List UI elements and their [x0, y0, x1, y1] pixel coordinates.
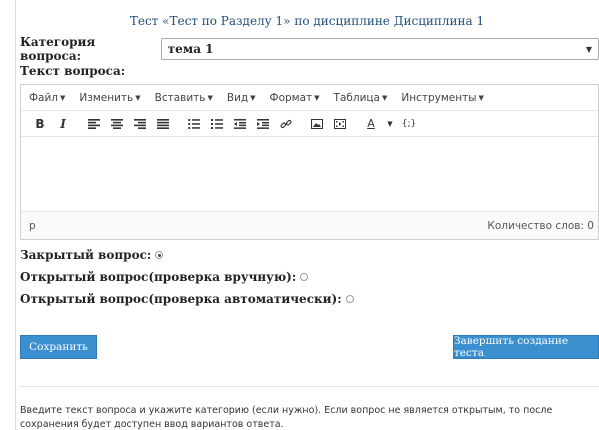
question-type-open-manual-radio[interactable]	[300, 273, 309, 281]
category-selected-value: тема 1	[167, 42, 214, 56]
align-justify-icon[interactable]	[152, 114, 174, 134]
question-type-closed-radio[interactable]	[155, 251, 164, 259]
editor-content-area[interactable]	[21, 137, 598, 211]
word-count: Количество слов: 0	[487, 219, 594, 232]
image-icon[interactable]	[306, 114, 328, 134]
align-right-icon[interactable]	[129, 114, 151, 134]
media-icon[interactable]	[329, 114, 351, 134]
chevron-down-icon[interactable]: ▼	[383, 114, 397, 134]
align-center-icon[interactable]	[106, 114, 128, 134]
question-text-label: Текст вопроса:	[20, 64, 126, 78]
menu-view[interactable]: Вид ▼	[227, 92, 256, 104]
category-row: Категория вопроса: тема 1 ▼	[20, 35, 599, 63]
divider	[20, 386, 599, 387]
chevron-down-icon: ▼	[60, 93, 66, 102]
outdent-icon[interactable]	[229, 114, 251, 134]
bullet-list-icon[interactable]	[183, 114, 205, 134]
question-type-open-manual-row: Открытый вопрос(проверка вручную):	[20, 270, 309, 284]
menu-insert[interactable]: Вставить ▼	[155, 92, 213, 104]
menu-file[interactable]: Файл ▼	[29, 92, 65, 104]
question-type-open-manual-label: Открытый вопрос(проверка вручную):	[20, 270, 297, 284]
question-type-closed-label: Закрытый вопрос:	[20, 248, 152, 262]
numbered-list-icon[interactable]	[206, 114, 228, 134]
chevron-down-icon: ▼	[478, 93, 484, 102]
page-title: Тест «Тест по Разделу 1» по дисциплине Д…	[129, 14, 485, 28]
save-button[interactable]: Сохранить	[20, 335, 97, 359]
chevron-down-icon: ▼	[135, 93, 141, 102]
font-color-icon[interactable]: A	[360, 114, 382, 134]
align-left-icon[interactable]	[83, 114, 105, 134]
rich-text-editor: Файл ▼ Изменить ▼ Вставить ▼ Вид ▼ Формат ▼ Т…	[20, 84, 599, 240]
chevron-down-icon: ▼	[585, 44, 592, 54]
italic-button[interactable]: I	[52, 114, 74, 134]
editor-toolbar: B I A ▼ {;}	[21, 111, 598, 137]
menu-table[interactable]: Таблица ▼	[334, 92, 388, 104]
menu-format[interactable]: Формат ▼	[270, 92, 320, 104]
chevron-down-icon: ▼	[250, 93, 256, 102]
chevron-down-icon: ▼	[207, 93, 213, 102]
chevron-down-icon: ▼	[382, 93, 388, 102]
finish-test-button[interactable]: Завершить создание теста	[453, 335, 599, 359]
category-label: Категория вопроса:	[20, 35, 96, 63]
link-icon[interactable]	[275, 114, 297, 134]
chevron-down-icon: ▼	[314, 93, 320, 102]
question-type-open-auto-row: Открытый вопрос(проверка автоматически):	[20, 292, 354, 306]
category-select[interactable]: тема 1 ▼	[160, 38, 599, 60]
indent-icon[interactable]	[252, 114, 274, 134]
menu-edit[interactable]: Изменить ▼	[79, 92, 140, 104]
menu-tools[interactable]: Инструменты ▼	[401, 92, 484, 104]
question-type-closed-row: Закрытый вопрос:	[20, 248, 164, 262]
bold-button[interactable]: B	[29, 114, 51, 134]
question-type-open-auto-label: Открытый вопрос(проверка автоматически):	[20, 292, 342, 306]
editor-statusbar: p Количество слов: 0	[21, 211, 598, 239]
code-sample-button[interactable]: {;}	[398, 114, 420, 134]
editor-menubar: Файл ▼ Изменить ▼ Вставить ▼ Вид ▼ Формат ▼ Т…	[21, 85, 598, 111]
help-text: Введите текст вопроса и укажите категори…	[20, 405, 553, 430]
question-type-open-auto-radio[interactable]	[345, 295, 354, 303]
element-path[interactable]: p	[29, 220, 36, 232]
